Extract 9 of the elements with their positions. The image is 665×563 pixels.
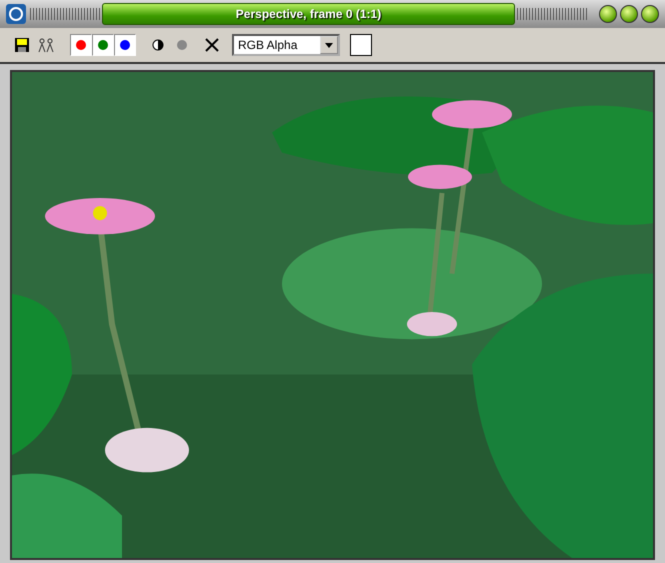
channel-dropdown[interactable]: RGB Alpha xyxy=(232,34,340,56)
window-title: Perspective, frame 0 (1:1) xyxy=(102,3,515,25)
caret-icon xyxy=(325,42,333,48)
save-icon[interactable] xyxy=(12,35,32,55)
color-swatch[interactable] xyxy=(350,34,372,56)
window-control-button[interactable] xyxy=(599,5,617,23)
window-control-button[interactable] xyxy=(620,5,638,23)
window-control-button[interactable] xyxy=(641,5,659,23)
app-logo-icon[interactable] xyxy=(6,4,26,24)
